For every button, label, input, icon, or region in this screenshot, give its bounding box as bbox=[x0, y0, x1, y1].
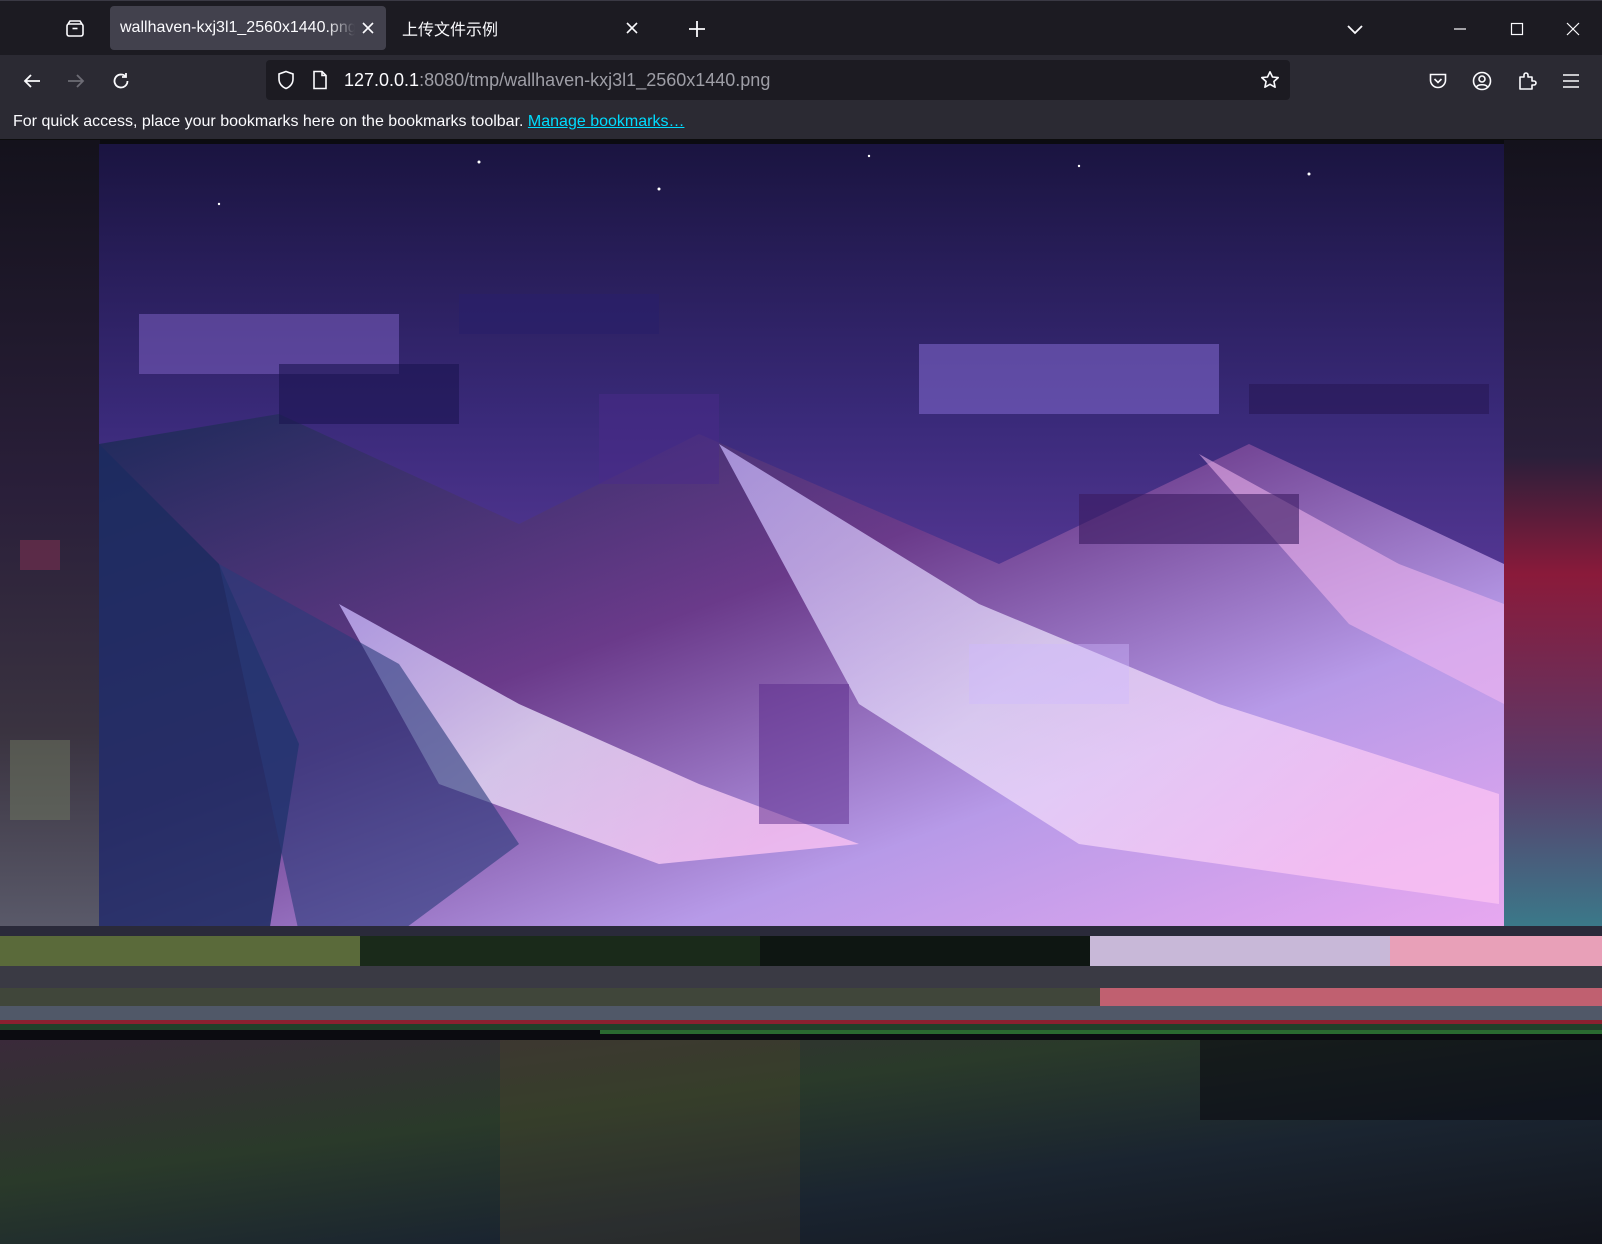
url-host: 127.0.0.1 bbox=[344, 70, 420, 90]
manage-bookmarks-link[interactable]: Manage bookmarks… bbox=[528, 113, 685, 130]
image-background-right bbox=[1504, 140, 1602, 930]
bookmark-star-button[interactable] bbox=[1256, 66, 1284, 94]
tab-inactive[interactable]: 上传文件示例 bbox=[392, 6, 668, 50]
close-icon bbox=[1566, 22, 1580, 36]
minimize-button[interactable] bbox=[1437, 11, 1483, 47]
arrow-right-icon bbox=[68, 74, 85, 88]
forward-button[interactable] bbox=[60, 65, 92, 97]
url-text[interactable]: 127.0.0.1:8080/tmp/wallhaven-kxj3l1_2560… bbox=[344, 60, 770, 100]
hamburger-menu-icon bbox=[1563, 74, 1579, 88]
new-tab-button[interactable] bbox=[682, 14, 712, 44]
reload-button[interactable] bbox=[105, 65, 137, 97]
navigation-toolbar: 127.0.0.1:8080/tmp/wallhaven-kxj3l1_2560… bbox=[0, 55, 1602, 107]
site-info-button[interactable] bbox=[306, 66, 334, 94]
bookmarks-empty-message: For quick access, place your bookmarks h… bbox=[13, 113, 524, 130]
tab-title: 上传文件示例 bbox=[402, 22, 499, 39]
bookmarks-toolbar: For quick access, place your bookmarks h… bbox=[0, 107, 1602, 140]
image-background-left bbox=[0, 140, 100, 930]
account-button[interactable] bbox=[1466, 65, 1498, 97]
image-viewport[interactable] bbox=[0, 140, 1602, 1244]
tab-active[interactable]: wallhaven-kxj3l1_2560x1440.png bbox=[110, 6, 386, 50]
window-close-button[interactable] bbox=[1550, 11, 1596, 47]
app-menu-button[interactable] bbox=[1555, 65, 1587, 97]
plus-icon bbox=[689, 21, 705, 37]
tab-close-button[interactable] bbox=[358, 18, 378, 38]
url-path: :8080/tmp/wallhaven-kxj3l1_2560x1440.png bbox=[419, 70, 771, 90]
tab-title: wallhaven-kxj3l1_2560x1440.png bbox=[120, 19, 355, 36]
back-button[interactable] bbox=[16, 65, 48, 97]
tab-strip: wallhaven-kxj3l1_2560x1440.png 上传文件示例 bbox=[0, 0, 1602, 55]
reload-icon bbox=[113, 73, 129, 89]
image-lower-region bbox=[0, 1040, 1602, 1244]
extensions-button[interactable] bbox=[1511, 65, 1543, 97]
firefox-view-button[interactable] bbox=[60, 14, 90, 44]
close-icon bbox=[626, 22, 638, 34]
arrow-left-icon bbox=[23, 74, 40, 88]
maximize-icon bbox=[1510, 22, 1524, 36]
shield-icon bbox=[278, 70, 294, 90]
pocket-button[interactable] bbox=[1422, 65, 1454, 97]
puzzle-icon bbox=[1519, 72, 1537, 90]
star-icon bbox=[1261, 71, 1279, 88]
chevron-down-icon bbox=[1347, 25, 1363, 35]
list-all-tabs-button[interactable] bbox=[1340, 14, 1370, 44]
minimize-icon bbox=[1454, 28, 1466, 30]
maximize-button[interactable] bbox=[1494, 11, 1540, 47]
tracking-protection-button[interactable] bbox=[272, 66, 300, 94]
account-icon bbox=[1472, 71, 1492, 91]
pocket-icon bbox=[1429, 73, 1447, 89]
close-icon bbox=[362, 22, 374, 34]
firefox-view-icon bbox=[66, 20, 84, 37]
image-glitch-band bbox=[0, 926, 1602, 1034]
tab-close-button[interactable] bbox=[622, 18, 642, 38]
page-icon bbox=[313, 70, 327, 90]
wallpaper-image bbox=[99, 144, 1504, 933]
url-bar[interactable]: 127.0.0.1:8080/tmp/wallhaven-kxj3l1_2560… bbox=[266, 60, 1290, 100]
